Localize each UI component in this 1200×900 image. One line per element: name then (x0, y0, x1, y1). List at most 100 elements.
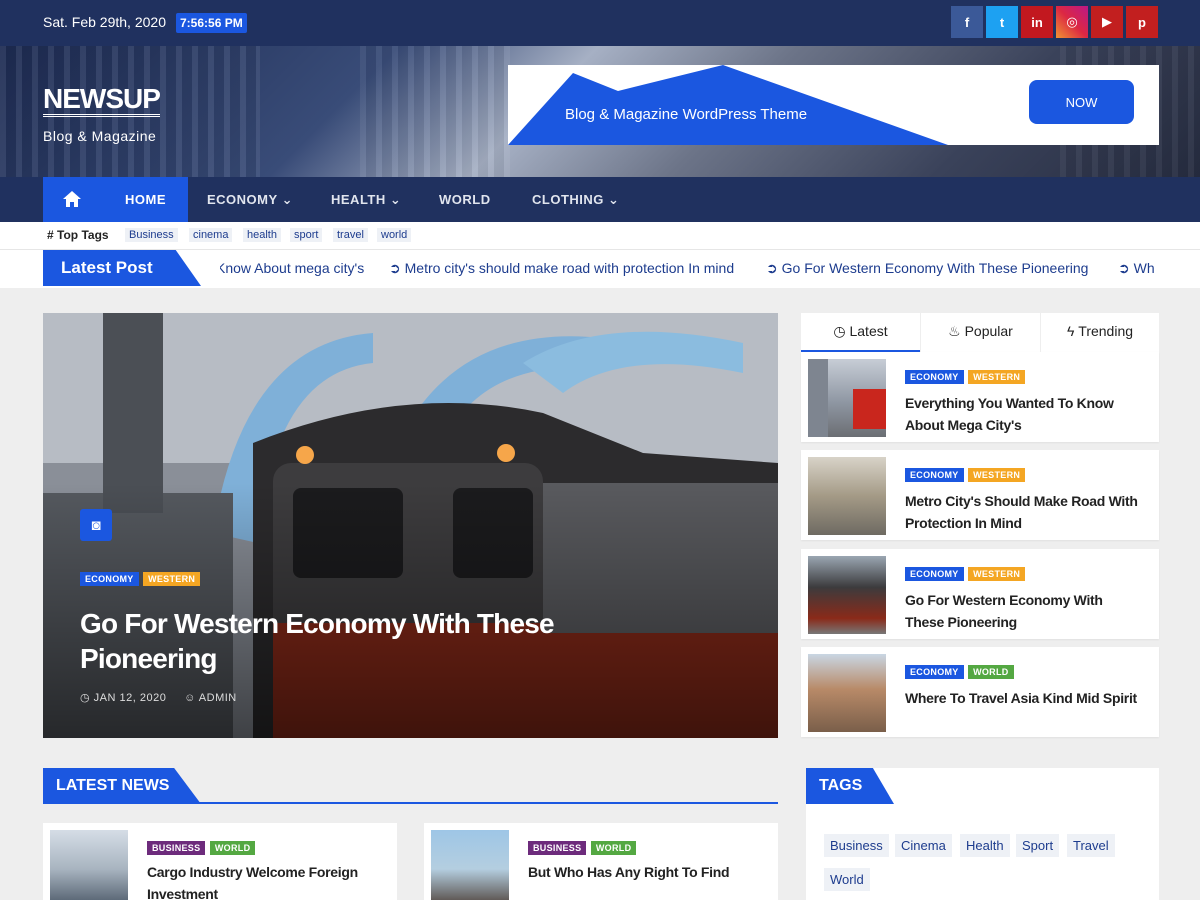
tab-label: Trending (1078, 323, 1134, 339)
category-badge[interactable]: ECONOMY (905, 370, 964, 384)
ticker-item-text: Go For Western Economy With These Pionee… (781, 260, 1089, 276)
tags-widget: TAGS Business Cinema Health Sport Travel… (806, 768, 1159, 900)
top-tag[interactable]: world (377, 228, 412, 242)
post-title[interactable]: But Who Has Any Right To Find (528, 861, 768, 883)
tag-link[interactable]: Cinema (895, 834, 952, 857)
bus-graphic (808, 359, 886, 437)
post-title[interactable]: Everything You Wanted To Know About Mega… (905, 392, 1145, 436)
category-badge[interactable]: WESTERN (968, 468, 1026, 482)
tag-link[interactable]: Sport (1016, 834, 1060, 857)
category-badge[interactable]: BUSINESS (528, 841, 587, 855)
nav-home-label: HOME (125, 192, 166, 207)
pinterest-icon[interactable]: p (1126, 6, 1158, 38)
category-badge[interactable]: WORLD (209, 841, 256, 855)
tag-link[interactable]: Travel (1067, 834, 1115, 857)
nav-economy[interactable]: ECONOMY ⌄ (207, 177, 293, 222)
top-tag[interactable]: travel (333, 228, 368, 242)
linkedin-icon[interactable]: in (1021, 6, 1053, 38)
youtube-icon[interactable]: ▶ (1091, 6, 1123, 38)
clock-icon: ◷ (80, 692, 91, 704)
sidebar-post[interactable]: ECONOMY WORLD Where To Travel Asia Kind … (801, 647, 1159, 737)
current-time: 7:56:56 PM (176, 13, 247, 33)
nav-world[interactable]: WORLD (439, 177, 491, 222)
post-title[interactable]: Cargo Industry Welcome Foreign Investmen… (147, 861, 387, 900)
nav-home[interactable]: HOME (43, 177, 188, 222)
social-links: f t in ◎ ▶ p (951, 6, 1158, 38)
tab-popular[interactable]: ♨ Popular (920, 313, 1040, 352)
header-banner: NEWSUP Blog & Magazine Blog & Magazine W… (0, 46, 1200, 177)
category-badge[interactable]: WORLD (968, 665, 1014, 679)
nav-clothing-label: CLOTHING (532, 192, 604, 207)
sidebar-post[interactable]: ECONOMY WESTERN Metro City's Should Make… (801, 450, 1159, 540)
category-badge[interactable]: WESTERN (143, 572, 201, 586)
category-badge[interactable]: BUSINESS (147, 841, 206, 855)
post-thumbnail[interactable] (431, 830, 509, 900)
tab-label: Latest (849, 323, 888, 339)
top-tag[interactable]: health (243, 228, 281, 242)
top-tag[interactable]: cinema (189, 228, 233, 242)
latest-post-ticker: Latest Post Know About mega city's ➲ Met… (0, 250, 1200, 288)
top-tags-text: Top Tags (57, 228, 109, 242)
category-badge[interactable]: ECONOMY (80, 572, 139, 586)
hash-icon: # (47, 228, 54, 242)
ticker-item[interactable]: ➲ Wh (1118, 260, 1155, 277)
post-title[interactable]: Where To Travel Asia Kind Mid Spirit (905, 687, 1145, 709)
ad-banner[interactable]: Blog & Magazine WordPress Theme NOW (508, 65, 1159, 145)
ticker-item[interactable]: ➲ Metro city's should make road with pro… (389, 260, 734, 277)
category-badge[interactable]: WESTERN (968, 370, 1026, 384)
post-author[interactable]: ADMIN (199, 692, 237, 704)
news-card[interactable]: BUSINESS WORLD But Who Has Any Right To … (424, 823, 778, 900)
chevron-down-icon: ⌄ (281, 192, 293, 207)
bolt-icon: ϟ (1066, 323, 1075, 339)
top-tags-label: # Top Tags (47, 228, 109, 242)
tag-link[interactable]: World (824, 868, 870, 891)
ticker-item[interactable]: Know About mega city's (220, 260, 364, 276)
camera-icon: ◙ (80, 509, 112, 541)
news-card[interactable]: BUSINESS WORLD Cargo Industry Welcome Fo… (43, 823, 397, 900)
ad-text: Blog & Magazine WordPress Theme (565, 106, 808, 123)
tag-link[interactable]: Health (960, 834, 1010, 857)
post-thumbnail[interactable] (808, 359, 886, 437)
main-nav: HOME ECONOMY ⌄ HEALTH ⌄ WORLD CLOTHING ⌄ (0, 177, 1200, 222)
home-icon (63, 191, 81, 207)
ticker-item[interactable]: ➲ Go For Western Economy With These Pion… (766, 260, 1088, 277)
post-thumbnail[interactable] (808, 556, 886, 634)
tab-latest[interactable]: ◷ Latest (801, 313, 920, 352)
tab-trending[interactable]: ϟ Trending (1040, 313, 1159, 352)
top-tag[interactable]: Business (125, 228, 178, 242)
top-tag[interactable]: sport (290, 228, 323, 242)
category-badge[interactable]: WORLD (590, 841, 637, 855)
sidebar-post[interactable]: ECONOMY WESTERN Go For Western Economy W… (801, 549, 1159, 639)
ticker-item-text: Metro city's should make road with prote… (404, 260, 735, 276)
post-categories: ECONOMY WORLD (905, 662, 1014, 680)
sidebar-post[interactable]: ECONOMY WESTERN Everything You Wanted To… (801, 352, 1159, 442)
user-icon: ☺ (184, 692, 196, 704)
fire-icon: ♨ (948, 323, 961, 339)
post-title[interactable]: Metro City's Should Make Road With Prote… (905, 490, 1145, 534)
category-badge[interactable]: ECONOMY (905, 665, 964, 679)
facebook-icon[interactable]: f (951, 6, 983, 38)
tag-link[interactable]: Business (824, 834, 889, 857)
category-badge[interactable]: WESTERN (968, 567, 1026, 581)
post-thumbnail[interactable] (808, 654, 886, 732)
nav-health-label: HEALTH (331, 192, 386, 207)
category-badge[interactable]: ECONOMY (905, 567, 964, 581)
featured-post[interactable]: ◙ ECONOMY WESTERN Go For Western Economy… (43, 313, 778, 738)
featured-categories: ECONOMY WESTERN (80, 569, 201, 587)
featured-title[interactable]: Go For Western Economy With These Pionee… (80, 606, 640, 676)
post-thumbnail[interactable] (808, 457, 886, 535)
ad-now-button[interactable]: NOW (1029, 80, 1134, 124)
nav-health[interactable]: HEALTH ⌄ (331, 177, 401, 222)
post-title[interactable]: Go For Western Economy With These Pionee… (905, 589, 1145, 633)
post-date[interactable]: JAN 12, 2020 (94, 692, 167, 704)
post-thumbnail[interactable] (50, 830, 128, 900)
ticker-items: Know About mega city's ➲ Metro city's sh… (220, 250, 1160, 286)
clock-icon: ◷ (833, 323, 846, 339)
instagram-icon[interactable]: ◎ (1056, 6, 1088, 38)
circle-arrow-icon: ➲ (1118, 260, 1130, 276)
twitter-icon[interactable]: t (986, 6, 1018, 38)
nav-clothing[interactable]: CLOTHING ⌄ (532, 177, 619, 222)
category-badge[interactable]: ECONOMY (905, 468, 964, 482)
current-date: Sat. Feb 29th, 2020 (43, 14, 166, 30)
site-logo[interactable]: NEWSUP (43, 84, 161, 117)
